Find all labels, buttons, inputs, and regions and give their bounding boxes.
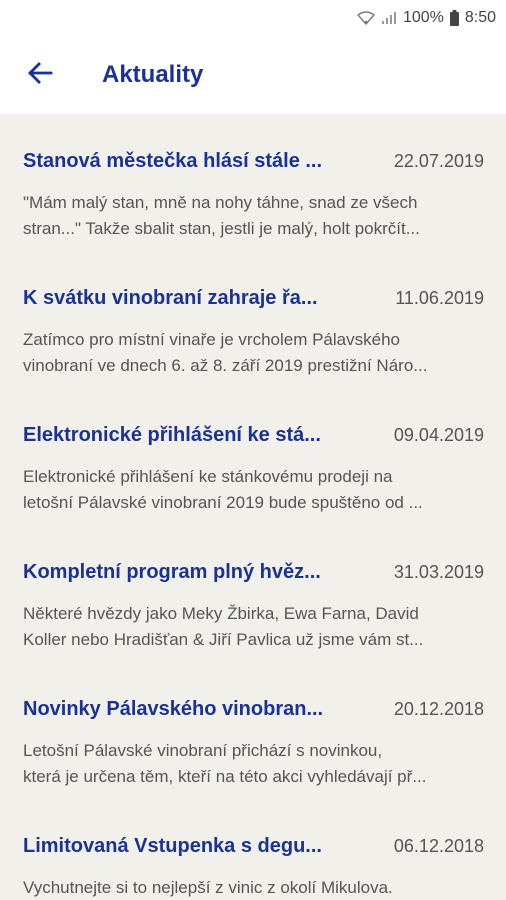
news-item[interactable]: K svátku vinobraní zahraje řa... 11.06.2… <box>0 251 506 388</box>
news-excerpt-line: Zatímco pro místní vinaře je vrcholem Pá… <box>23 330 400 349</box>
signal-icon <box>381 11 397 25</box>
news-title: Elektronické přihlášení ke stá... <box>23 424 321 446</box>
news-title: Stanová městečka hlásí stále ... <box>23 150 323 172</box>
wifi-icon <box>356 11 375 25</box>
news-item[interactable]: Elektronické přihlášení ke stá... 09.04.… <box>0 388 506 525</box>
battery-percent: 100% <box>402 9 444 26</box>
news-date: 09.04.2019 <box>393 425 484 445</box>
news-excerpt: Zatímco pro místní vinaře je vrcholem Pá… <box>23 327 484 379</box>
news-excerpt-line: Letošní Pálavské vinobraní přichází s no… <box>23 741 383 760</box>
news-excerpt: Některé hvězdy jako Meky Žbirka, Ewa Far… <box>23 601 484 653</box>
page-title: Aktuality <box>102 61 204 88</box>
news-excerpt-line: Vychutnejte si to nejlepší z vinic z oko… <box>23 878 393 897</box>
app-bar: Aktuality <box>0 36 506 114</box>
news-date: 22.07.2019 <box>393 151 484 171</box>
news-date: 11.06.2019 <box>395 288 484 308</box>
status-bar: 100% 8:50 <box>0 0 506 36</box>
news-excerpt: "Mám malý stan, mně na nohy táhne, snad … <box>23 190 484 242</box>
news-excerpt-line: stran..." Takže sbalit stan, jestli je m… <box>23 219 420 238</box>
news-title: Kompletní program plný hvěz... <box>23 561 321 583</box>
news-date: 31.03.2019 <box>393 562 484 582</box>
news-title: Limitovaná Vstupenka s degu... <box>23 835 322 857</box>
news-title: K svátku vinobraní zahraje řa... <box>23 287 318 309</box>
news-item[interactable]: Limitovaná Vstupenka s degu... 06.12.201… <box>0 799 506 900</box>
arrow-left-icon <box>27 61 53 89</box>
news-excerpt-line: vinobraní ve dnech 6. až 8. září 2019 pr… <box>23 356 428 375</box>
news-excerpt: Vychutnejte si to nejlepší z vinic z oko… <box>23 875 484 900</box>
news-date: 20.12.2018 <box>393 699 484 719</box>
back-button[interactable] <box>10 45 70 105</box>
news-item[interactable]: Kompletní program plný hvěz... 31.03.201… <box>0 525 506 662</box>
news-excerpt: Elektronické přihlášení ke stánkovému pr… <box>23 464 484 516</box>
news-excerpt-line: letošní Pálavské vinobraní 2019 bude spu… <box>23 493 423 512</box>
news-excerpt-line: Některé hvězdy jako Meky Žbirka, Ewa Far… <box>23 604 419 623</box>
news-excerpt-line: "Mám malý stan, mně na nohy táhne, snad … <box>23 193 418 212</box>
news-date: 06.12.2018 <box>393 836 484 856</box>
battery-icon <box>449 10 459 26</box>
news-excerpt-line: Koller nebo Hradišťan & Jiří Pavlica už … <box>23 630 424 649</box>
news-title: Novinky Pálavského vinobran... <box>23 698 324 720</box>
news-item[interactable]: Novinky Pálavského vinobran... 20.12.201… <box>0 662 506 799</box>
news-excerpt-line: která je určena těm, kteří na této akci … <box>23 767 427 786</box>
news-list[interactable]: Stanová městečka hlásí stále ... 22.07.2… <box>0 114 506 900</box>
news-excerpt-line: Elektronické přihlášení ke stánkovému pr… <box>23 467 393 486</box>
news-excerpt: Letošní Pálavské vinobraní přichází s no… <box>23 738 484 790</box>
news-item[interactable]: Stanová městečka hlásí stále ... 22.07.2… <box>0 114 506 251</box>
clock: 8:50 <box>464 9 496 26</box>
